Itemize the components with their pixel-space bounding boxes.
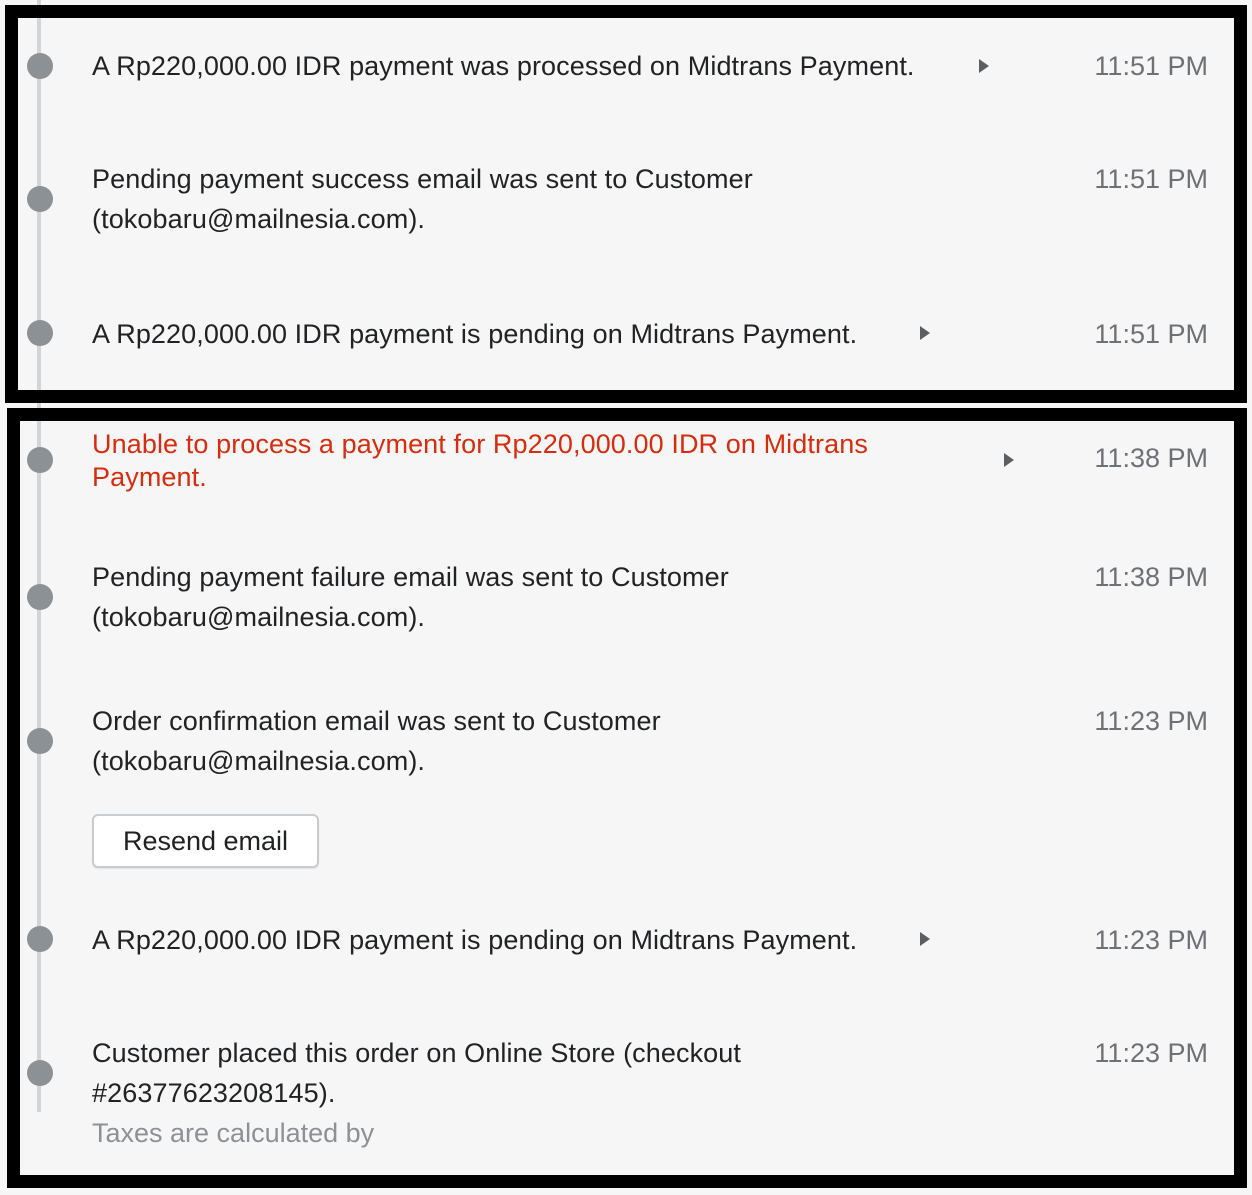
event-message: Pending payment failure email was sent t… [92, 557, 729, 637]
event-message-line: (tokobaru@mailnesia.com). [92, 746, 426, 776]
resend-email-button[interactable]: Resend email [92, 814, 319, 868]
error-message: Unable to process a payment for Rp220,00… [92, 428, 868, 494]
timeline-dot [27, 1060, 53, 1086]
event-time: 11:23 PM [1094, 1038, 1208, 1068]
timeline-dot [27, 320, 53, 346]
event-message-line: Pending payment success email was sent t… [92, 164, 753, 194]
timeline-dot [27, 447, 53, 473]
error-message-line: Payment. [92, 462, 207, 492]
event-message-line: (tokobaru@mailnesia.com). [92, 204, 426, 234]
error-message-line: Unable to process a payment for Rp220,00… [92, 429, 868, 459]
event-time: 11:51 PM [1094, 164, 1208, 194]
event-time: 11:23 PM [1094, 925, 1208, 955]
event-message-line: Order confirmation email was sent to Cus… [92, 706, 661, 736]
timeline-dot [27, 53, 53, 79]
event-time: 11:51 PM [1094, 319, 1208, 349]
caret-right-icon[interactable] [920, 326, 930, 340]
event-message-line: Pending payment failure email was sent t… [92, 562, 729, 592]
event-time: 11:38 PM [1094, 562, 1208, 592]
timeline-dot [27, 584, 53, 610]
event-message-line: Customer placed this order on Online Sto… [92, 1038, 742, 1068]
event-message: Order confirmation email was sent to Cus… [92, 701, 661, 781]
event-time: 11:38 PM [1094, 443, 1208, 473]
event-message: A Rp220,000.00 IDR payment is pending on… [92, 925, 858, 955]
event-message: A Rp220,000.00 IDR payment is pending on… [92, 319, 858, 349]
event-subtext: Taxes are calculated by [92, 1118, 375, 1148]
event-message: Customer placed this order on Online Sto… [92, 1033, 741, 1113]
timeline-dot [27, 728, 53, 754]
event-message-line: #26377623208145). [92, 1078, 336, 1108]
event-time: 11:23 PM [1094, 706, 1208, 736]
timeline-dot [27, 926, 53, 952]
event-message: Pending payment success email was sent t… [92, 159, 753, 239]
event-message-line: (tokobaru@mailnesia.com). [92, 602, 426, 632]
event-time: 11:51 PM [1094, 51, 1208, 81]
caret-right-icon[interactable] [1004, 453, 1014, 467]
caret-right-icon[interactable] [920, 932, 930, 946]
caret-right-icon[interactable] [979, 59, 989, 73]
timeline-dot [27, 186, 53, 212]
event-message: A Rp220,000.00 IDR payment was processed… [92, 51, 915, 81]
